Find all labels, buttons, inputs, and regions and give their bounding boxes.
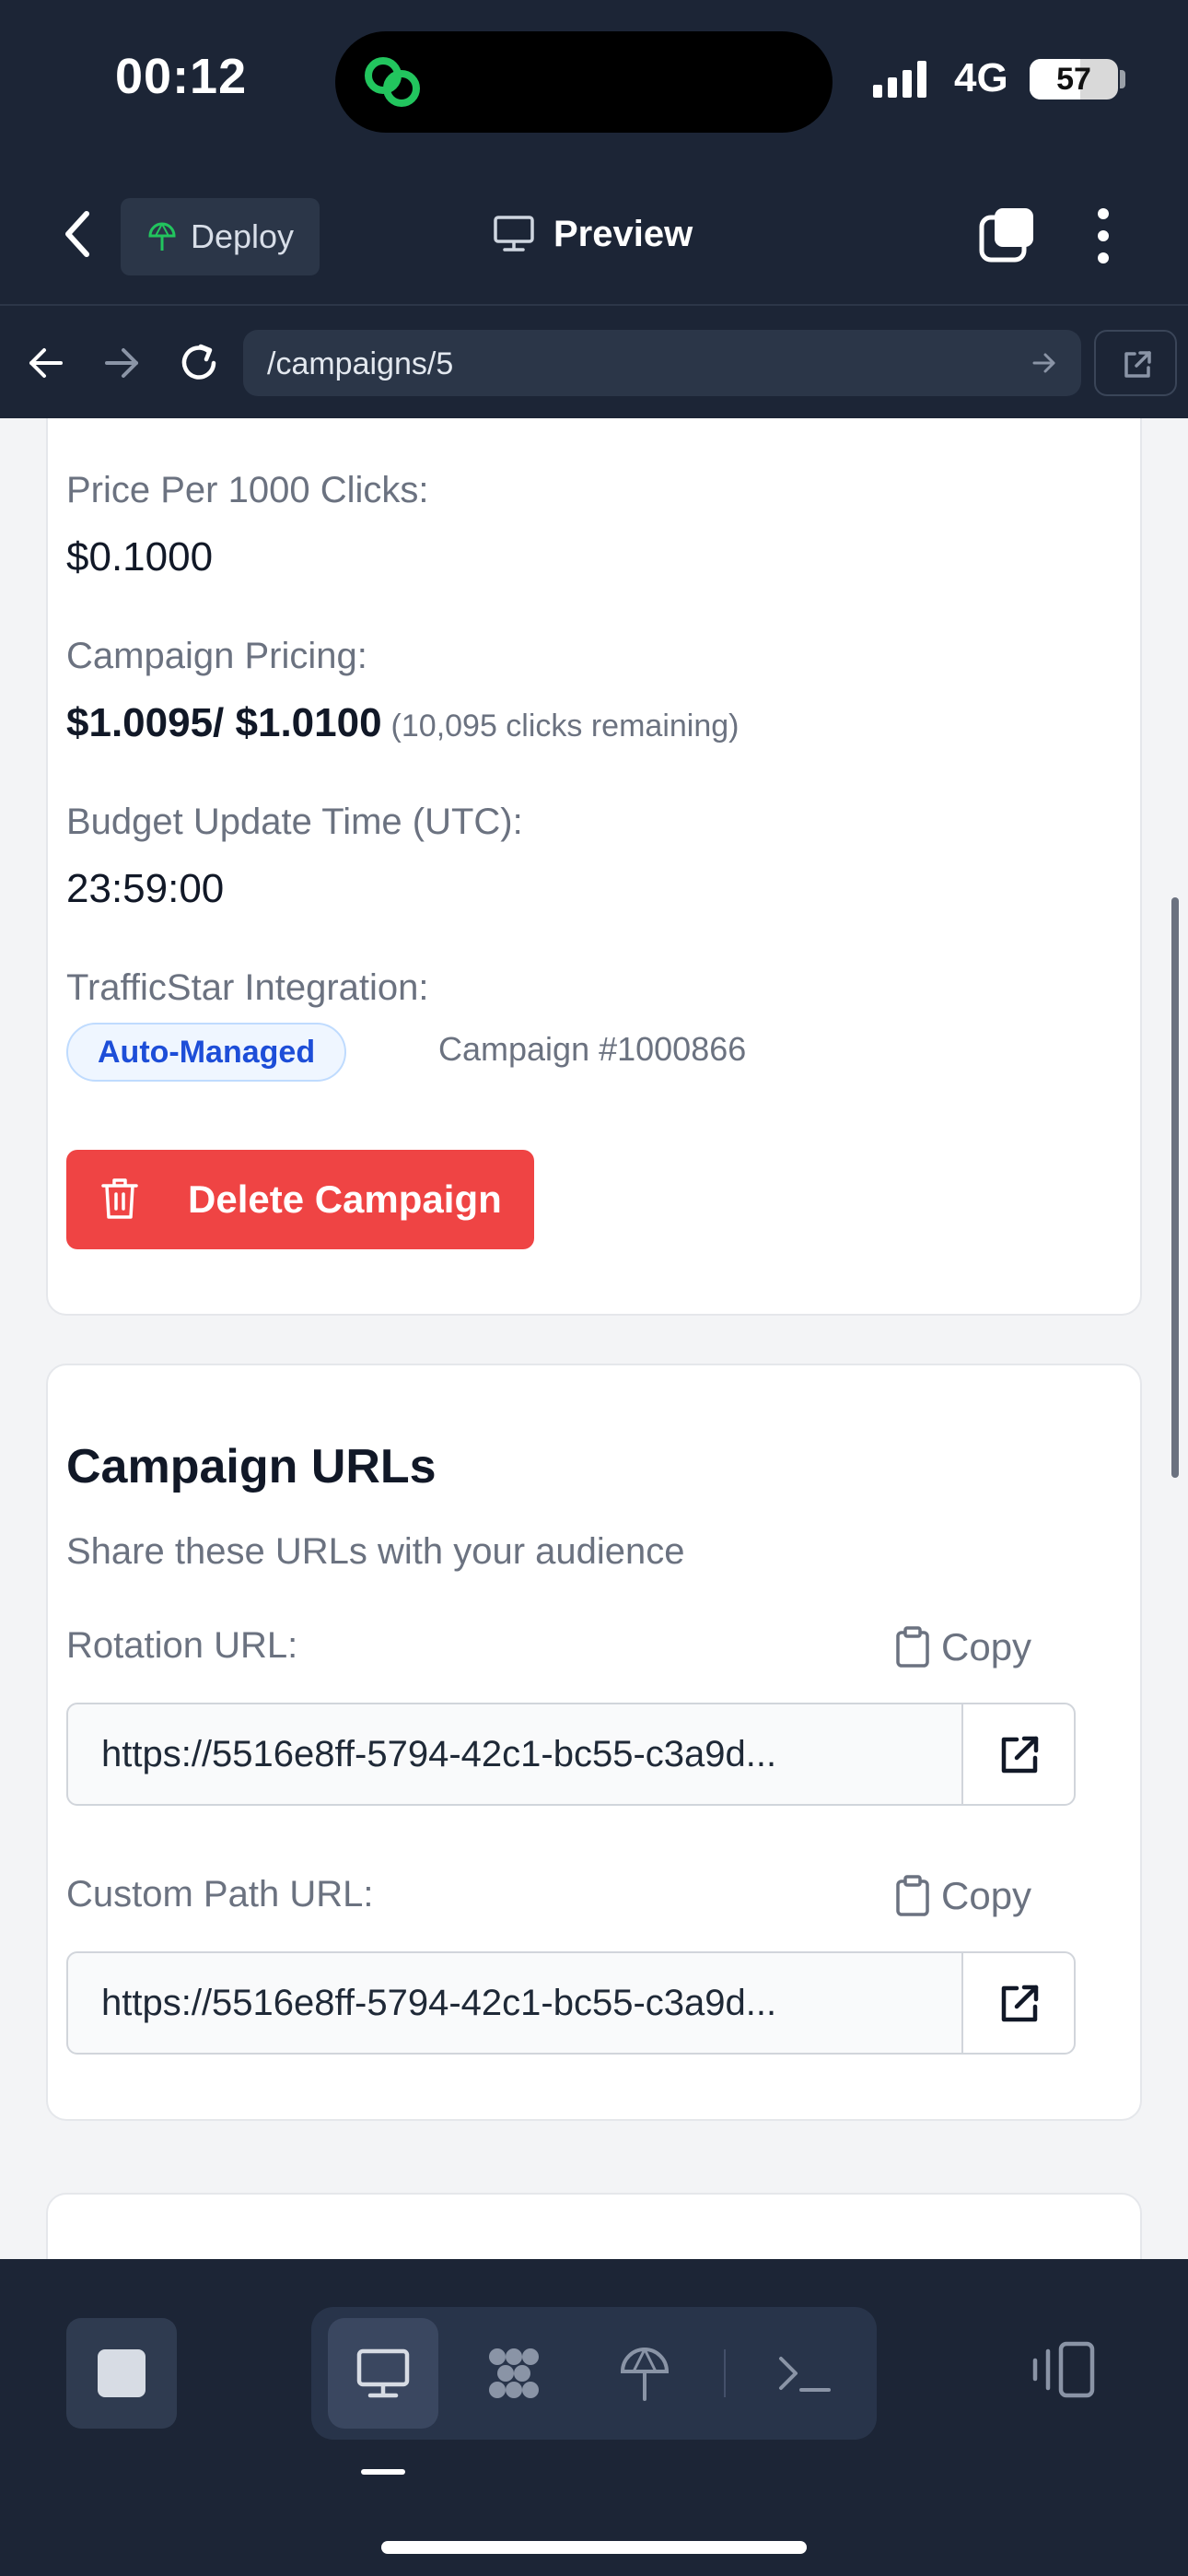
pricing-note: (10,095 clicks remaining) <box>390 708 740 744</box>
clipboard-icon <box>896 1875 929 1916</box>
pricing-label: Campaign Pricing: <box>66 636 367 676</box>
copy-custom-label: Copy <box>941 1874 1032 1917</box>
url-input[interactable]: /campaigns/5 <box>243 330 1081 396</box>
external-link-icon <box>1001 1736 1039 1774</box>
antenna-icon <box>620 2348 670 2401</box>
external-link-icon <box>1001 1985 1039 2022</box>
rotation-url-label: Rotation URL: <box>66 1625 298 1666</box>
integration-note: Campaign #1000866 <box>438 1030 747 1068</box>
signal-icon <box>873 61 926 98</box>
page-content[interactable]: Price Per 1000 Clicks: $0.1000 Campaign … <box>0 418 1188 2259</box>
delete-label: Delete Campaign <box>188 1177 502 1221</box>
terminal-icon <box>779 2357 831 2392</box>
app-bar: Deploy Preview <box>0 179 1188 289</box>
rotation-url-field[interactable]: https://5516e8ff-5794-42c1-bc55-c3a9d... <box>66 1703 963 1806</box>
bottom-dock <box>0 2259 1188 2576</box>
active-tab-indicator <box>361 2469 405 2475</box>
clipboard-icon <box>896 1626 929 1668</box>
device-icon[interactable] <box>1030 2340 1100 2399</box>
reload-icon[interactable] <box>177 341 221 385</box>
next-card <box>46 2193 1142 2259</box>
status-time: 00:12 <box>115 49 248 104</box>
pricing-row: $1.0095/ $1.0100 (10,095 clicks remaining… <box>66 700 739 746</box>
status-badge: Auto-Managed <box>66 1023 347 1082</box>
custom-url-label: Custom Path URL: <box>66 1874 374 1914</box>
tool-separator <box>724 2349 726 2397</box>
copy-custom-button[interactable]: Copy <box>895 1870 1031 1922</box>
chevron-left-icon[interactable] <box>55 206 101 262</box>
campaign-urls-title: Campaign URLs <box>66 1440 437 1493</box>
stop-button[interactable] <box>66 2318 177 2429</box>
tabs-icon[interactable] <box>978 206 1037 265</box>
dynamic-island <box>335 31 833 133</box>
rotation-url-value: https://5516e8ff-5794-42c1-bc55-c3a9d... <box>101 1734 777 1774</box>
copy-rotation-button[interactable]: Copy <box>895 1622 1031 1673</box>
battery-level: 57 <box>1056 62 1091 97</box>
trash-icon <box>101 1178 138 1219</box>
top-chrome: 00:12 4G 57 Deploy Preview /campaigns/5 <box>0 0 1188 418</box>
url-text: /campaigns/5 <box>267 346 454 381</box>
apps-icon <box>489 2348 539 2398</box>
scrollbar[interactable] <box>1171 897 1179 1478</box>
terminal-tool-button[interactable] <box>748 2318 858 2429</box>
home-indicator[interactable] <box>381 2541 807 2554</box>
go-arrow-icon[interactable] <box>1031 350 1057 376</box>
more-vertical-icon[interactable] <box>1092 206 1114 265</box>
battery-cap <box>1120 70 1125 88</box>
network-type: 4G <box>954 55 1008 100</box>
monitor-icon <box>494 216 534 252</box>
budget-value: 23:59:00 <box>66 866 225 911</box>
campaign-urls-subtitle: Share these URLs with your audience <box>66 1531 685 1572</box>
stop-icon <box>98 2349 146 2397</box>
external-link-icon <box>1124 351 1151 378</box>
delete-campaign-button[interactable]: Delete Campaign <box>66 1150 534 1249</box>
price-value: $0.1000 <box>66 534 214 580</box>
integration-label: TrafficStar Integration: <box>66 967 429 1008</box>
deploy-label: Deploy <box>191 217 295 255</box>
budget-label: Budget Update Time (UTC): <box>66 802 523 842</box>
preview-tab[interactable]: Preview <box>493 205 693 263</box>
link-app-icon <box>365 57 420 107</box>
custom-url-field[interactable]: https://5516e8ff-5794-42c1-bc55-c3a9d... <box>66 1951 963 2055</box>
custom-url-value: https://5516e8ff-5794-42c1-bc55-c3a9d... <box>101 1983 777 2023</box>
arrow-right-icon[interactable] <box>101 343 142 383</box>
tool-group <box>311 2307 877 2440</box>
status-bar: 00:12 4G 57 <box>0 0 1188 157</box>
open-rotation-url-button[interactable] <box>961 1703 1076 1806</box>
copy-rotation-label: Copy <box>941 1625 1032 1669</box>
open-external-button[interactable] <box>1094 330 1177 396</box>
arrow-left-icon[interactable] <box>26 343 66 383</box>
desktop-icon <box>356 2348 410 2398</box>
battery-icon: 57 <box>1030 59 1118 100</box>
deploy-button[interactable]: Deploy <box>121 198 320 275</box>
preview-label: Preview <box>553 213 693 254</box>
browser-url-bar: /campaigns/5 <box>0 304 1188 418</box>
deploy-icon <box>148 222 176 251</box>
price-label: Price Per 1000 Clicks: <box>66 470 429 510</box>
pricing-value: $1.0095/ $1.0100 <box>66 700 382 745</box>
apps-tool-button[interactable] <box>459 2318 569 2429</box>
desktop-tool-button[interactable] <box>328 2318 438 2429</box>
open-custom-url-button[interactable] <box>961 1951 1076 2055</box>
deploy-tool-button[interactable] <box>589 2318 700 2429</box>
